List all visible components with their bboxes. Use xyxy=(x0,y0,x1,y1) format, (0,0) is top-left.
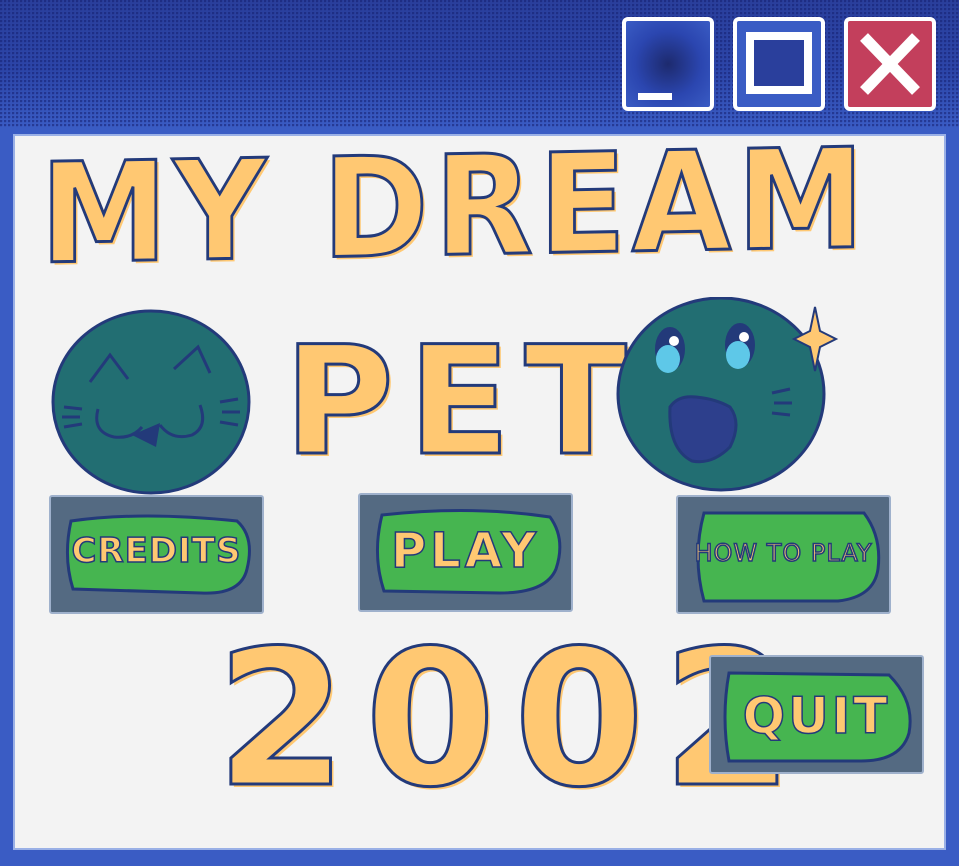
game-title-line2: PET xyxy=(283,315,641,489)
how-to-play-button[interactable]: HOW TO PLAY xyxy=(676,495,891,614)
how-to-play-label: HOW TO PLAY xyxy=(694,538,873,568)
maximize-icon xyxy=(746,32,812,94)
minimize-icon xyxy=(638,93,672,100)
excited-pet-icon xyxy=(616,297,839,492)
play-button[interactable]: PLAY xyxy=(358,493,573,612)
close-icon xyxy=(860,33,920,95)
close-button[interactable] xyxy=(844,17,936,111)
credits-button[interactable]: CREDITS xyxy=(49,495,264,614)
game-title-line1: MY DREAM xyxy=(39,117,872,296)
game-window: MY DREAM PET 2002 CREDITS PLAY HOW TO PL… xyxy=(0,0,959,866)
maximize-button[interactable] xyxy=(733,17,825,111)
quit-button[interactable]: QUIT xyxy=(709,655,924,774)
title-bar[interactable] xyxy=(0,0,959,128)
minimize-button[interactable] xyxy=(622,17,714,111)
play-label: PLAY xyxy=(390,522,541,580)
quit-label: QUIT xyxy=(742,686,891,746)
cat-pet-icon xyxy=(51,309,251,495)
credits-label: CREDITS xyxy=(71,530,242,572)
